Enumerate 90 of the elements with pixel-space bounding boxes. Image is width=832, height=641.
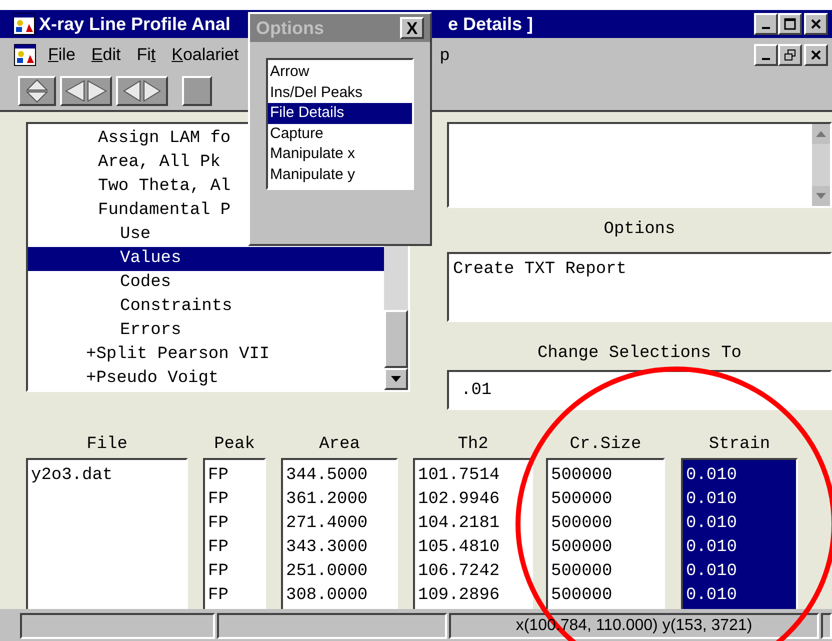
column-heading: Area bbox=[319, 434, 360, 456]
left-right-arrow-icon bbox=[64, 79, 108, 103]
tree-item[interactable]: Constraints bbox=[28, 295, 384, 319]
list-item[interactable]: 500000 bbox=[548, 511, 663, 535]
list-item[interactable]: 308.0000 bbox=[283, 583, 396, 607]
minimize-button[interactable] bbox=[754, 44, 778, 66]
menu-item[interactable]: File bbox=[48, 42, 76, 68]
list-item[interactable]: 106.7242 bbox=[415, 559, 531, 583]
maximize-button[interactable] bbox=[778, 13, 802, 35]
list-item[interactable]: 0.010 bbox=[683, 463, 796, 487]
list-item[interactable]: 361.2000 bbox=[283, 487, 396, 511]
list-item[interactable]: 105.4810 bbox=[415, 535, 531, 559]
minimize-icon bbox=[762, 58, 770, 60]
menu-item[interactable]: Edit bbox=[91, 42, 121, 68]
list-item[interactable]: 0.010 bbox=[683, 583, 796, 607]
menu-item[interactable]: Koalariet bbox=[172, 42, 239, 68]
listbox-item[interactable]: Arrow bbox=[268, 62, 412, 82]
up-down-arrow-icon bbox=[24, 78, 50, 104]
list-item[interactable]: 104.2181 bbox=[415, 511, 531, 535]
option-item[interactable]: Create TXT Report bbox=[453, 257, 830, 282]
listbox-item[interactable]: Manipulate y bbox=[268, 164, 412, 185]
close-icon bbox=[810, 49, 822, 61]
list-item[interactable]: 343.3000 bbox=[283, 535, 396, 559]
input-field[interactable]: .01 bbox=[447, 370, 832, 410]
change-selections-label: Change Selections To bbox=[537, 342, 742, 364]
list-item[interactable]: FP bbox=[205, 583, 264, 607]
down-arrow-icon bbox=[816, 193, 826, 199]
tree-item[interactable]: +Pseudo Voigt bbox=[28, 367, 384, 391]
tree-item[interactable]: Codes bbox=[28, 271, 384, 295]
column-heading: Cr.Size bbox=[570, 434, 642, 456]
window-title: X-ray Line Profile Anal bbox=[39, 14, 230, 34]
toolbar-button[interactable] bbox=[182, 76, 212, 106]
tree-item[interactable]: +Split Pearson VII bbox=[28, 343, 384, 367]
list-item[interactable]: 101.7514 bbox=[415, 463, 531, 487]
left-right-triangle-icon bbox=[122, 79, 162, 103]
list-item[interactable]: 500000 bbox=[548, 559, 663, 583]
listbox-item[interactable]: File Details bbox=[268, 103, 412, 124]
list-item[interactable]: 0.010 bbox=[683, 535, 796, 559]
list-item[interactable]: 0.010 bbox=[683, 559, 796, 583]
up-arrow-icon bbox=[816, 131, 826, 137]
tree-item[interactable]: Values bbox=[28, 247, 384, 271]
list-item[interactable]: y2o3.dat bbox=[28, 463, 186, 487]
scroll-down-button[interactable] bbox=[384, 368, 408, 390]
list-item[interactable]: 500000 bbox=[548, 583, 663, 607]
maximize-icon bbox=[784, 18, 796, 30]
close-button[interactable]: X bbox=[400, 17, 424, 39]
restore-icon bbox=[784, 49, 796, 61]
list-item[interactable]: FP bbox=[205, 511, 264, 535]
close-button[interactable] bbox=[804, 44, 828, 66]
list-item[interactable]: 500000 bbox=[548, 463, 663, 487]
list-item[interactable]: 500000 bbox=[548, 535, 663, 559]
app-icon bbox=[14, 44, 36, 66]
close-icon bbox=[810, 18, 822, 30]
listbox-item[interactable]: Capture bbox=[268, 124, 412, 144]
list-item[interactable]: 500000 bbox=[548, 487, 663, 511]
minimize-button[interactable] bbox=[754, 13, 778, 35]
minimize-icon bbox=[762, 27, 770, 29]
toolbar-button[interactable] bbox=[116, 76, 168, 106]
list-item[interactable]: 0.010 bbox=[683, 487, 796, 511]
scrollbar-thumb[interactable] bbox=[384, 310, 408, 368]
list-item[interactable]: 0.010 bbox=[683, 511, 796, 535]
toolbar-button[interactable] bbox=[18, 76, 56, 106]
list-item[interactable]: 102.9946 bbox=[415, 487, 531, 511]
list-item[interactable]: FP bbox=[205, 487, 264, 511]
column-heading: Strain bbox=[708, 434, 770, 456]
column-heading: Th2 bbox=[458, 434, 488, 456]
list-item[interactable]: FP bbox=[205, 463, 264, 487]
listbox-item[interactable]: Manipulate x bbox=[268, 144, 412, 164]
down-arrow-icon bbox=[391, 376, 401, 382]
status-panel bbox=[821, 613, 832, 639]
app-icon bbox=[13, 13, 35, 35]
toolbar-button[interactable] bbox=[60, 76, 112, 106]
list-item[interactable]: 109.2896 bbox=[415, 583, 531, 607]
options-label: Options bbox=[604, 219, 676, 242]
close-button[interactable] bbox=[804, 13, 828, 35]
listbox-item[interactable]: Ins/Del Peaks bbox=[268, 82, 412, 103]
menu-item[interactable]: p bbox=[440, 42, 450, 68]
window-title: e Details ] bbox=[448, 12, 534, 36]
column-heading: File bbox=[86, 434, 128, 456]
list-item[interactable]: 344.5000 bbox=[283, 463, 396, 487]
list-item[interactable]: FP bbox=[205, 535, 264, 559]
text-area[interactable] bbox=[447, 122, 832, 208]
tree-item[interactable]: Errors bbox=[28, 319, 384, 343]
list-item[interactable]: FP bbox=[205, 559, 264, 583]
list-item[interactable]: 251.0000 bbox=[283, 559, 396, 583]
dialog-title: Options bbox=[256, 16, 324, 40]
list-item[interactable]: 271.4000 bbox=[283, 511, 396, 535]
column-heading: Peak bbox=[214, 434, 255, 456]
menu-item[interactable]: Fit bbox=[136, 42, 156, 68]
restore-button[interactable] bbox=[778, 44, 802, 66]
